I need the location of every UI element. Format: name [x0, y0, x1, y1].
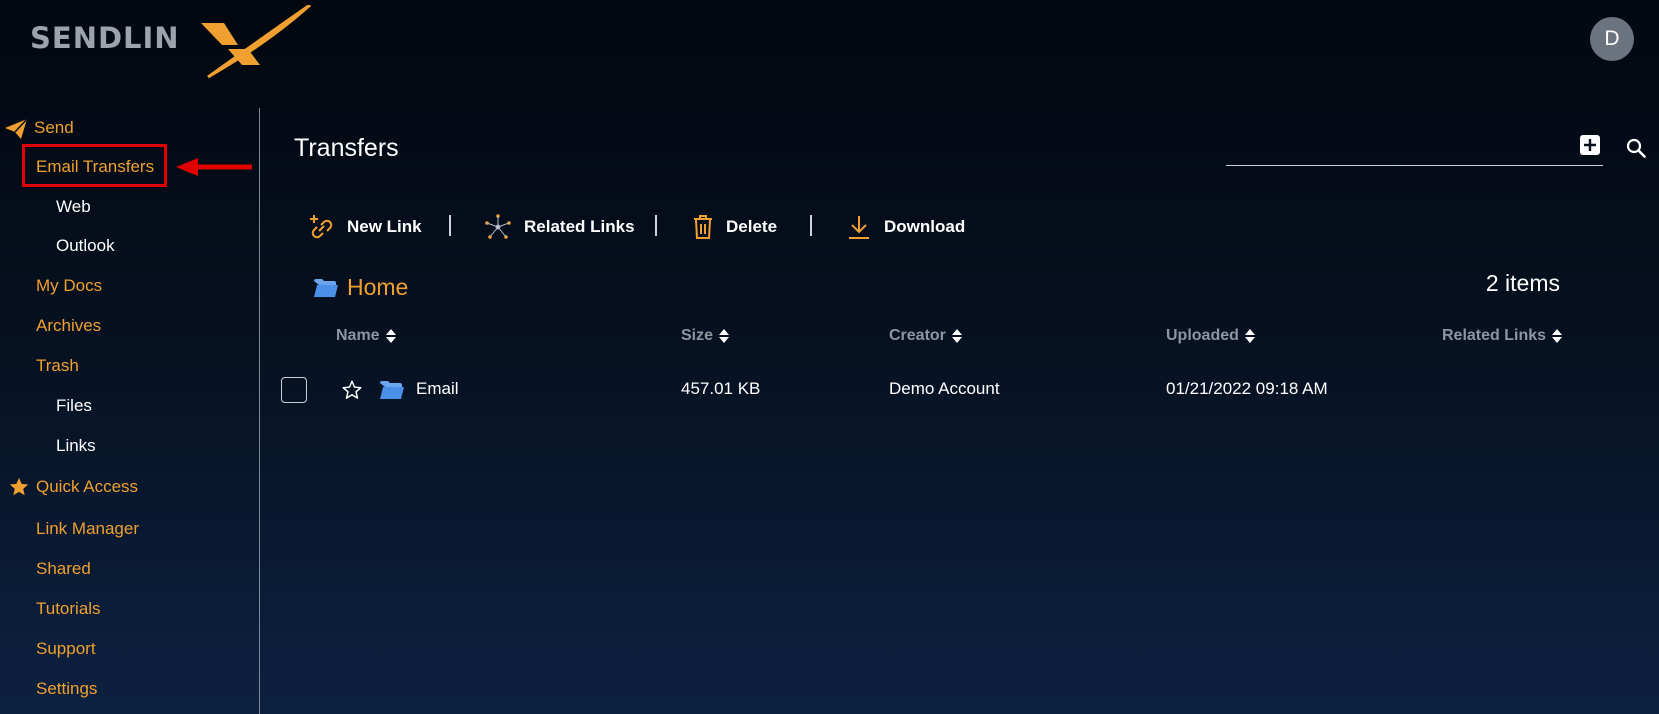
row-uploaded: 01/21/2022 09:18 AM — [1166, 379, 1328, 398]
annotation-arrow-icon — [176, 158, 252, 176]
sidebar-item-quick-access[interactable]: Quick Access — [36, 477, 138, 497]
column-header-related-links[interactable]: Related Links — [1442, 327, 1563, 345]
sort-icon — [1244, 329, 1255, 343]
sidebar-item-tutorials[interactable]: Tutorials — [36, 599, 101, 619]
row-name[interactable]: Email — [416, 379, 459, 399]
sidebar-item-outlook[interactable]: Outlook — [56, 236, 115, 256]
related-links-button[interactable]: Related Links — [484, 212, 635, 242]
user-avatar[interactable]: D — [1590, 17, 1634, 61]
sort-icon — [385, 329, 396, 343]
search-input[interactable] — [1226, 165, 1603, 166]
sidebar-item-support[interactable]: Support — [36, 639, 96, 659]
sidebar-item-archives[interactable]: Archives — [36, 316, 101, 336]
sidebar-item-web[interactable]: Web — [56, 197, 91, 217]
download-button[interactable]: Download — [846, 212, 965, 242]
sort-icon — [951, 329, 962, 343]
toolbar-divider — [655, 215, 657, 236]
column-header-size[interactable]: Size — [681, 327, 730, 345]
folder-icon — [379, 380, 405, 405]
sidebar-item-send[interactable]: Send — [34, 118, 74, 138]
link-add-icon — [307, 213, 335, 241]
new-link-label: New Link — [347, 217, 422, 236]
favorite-star-icon[interactable] — [341, 379, 363, 406]
download-label: Download — [884, 217, 966, 236]
sendlinx-logo[interactable]: SENDLIN — [30, 5, 311, 79]
sidebar-item-link-manager[interactable]: Link Manager — [36, 519, 139, 539]
column-header-uploaded[interactable]: Uploaded — [1166, 327, 1255, 345]
related-links-label: Related Links — [524, 217, 635, 236]
toolbar-divider — [810, 215, 812, 236]
column-header-creator[interactable]: Creator — [889, 327, 962, 345]
row-size: 457.01 KB — [681, 379, 761, 398]
row-creator: Demo Account — [889, 379, 1000, 398]
item-count: 2 items — [1485, 270, 1560, 296]
sidebar-item-links[interactable]: Links — [56, 436, 96, 456]
search-icon[interactable] — [1626, 138, 1646, 163]
breadcrumb[interactable]: Home — [313, 274, 408, 301]
sidebar-item-trash[interactable]: Trash — [36, 356, 79, 376]
breadcrumb-home[interactable]: Home — [347, 274, 408, 301]
logo-x-mark — [201, 5, 311, 79]
sort-icon — [1552, 329, 1563, 343]
delete-button[interactable]: Delete — [692, 212, 777, 242]
logo-text: SENDLIN — [30, 21, 180, 55]
sidebar-item-files[interactable]: Files — [56, 396, 92, 416]
trash-icon — [692, 214, 714, 240]
paper-plane-icon — [4, 118, 28, 145]
sidebar-item-settings[interactable]: Settings — [36, 679, 97, 699]
new-link-button[interactable]: New Link — [307, 212, 422, 242]
download-icon — [846, 214, 872, 240]
sidebar-item-shared[interactable]: Shared — [36, 559, 91, 579]
sidebar — [0, 108, 260, 714]
page-title: Transfers — [294, 134, 399, 162]
folder-open-icon — [313, 278, 339, 298]
column-header-name[interactable]: Name — [336, 327, 396, 345]
add-icon[interactable] — [1580, 135, 1600, 160]
network-icon — [484, 213, 512, 241]
sidebar-item-my-docs[interactable]: My Docs — [36, 276, 102, 296]
star-icon — [8, 476, 30, 503]
sort-icon — [719, 329, 730, 343]
toolbar-divider — [449, 215, 451, 236]
annotation-highlight-box — [22, 144, 167, 187]
delete-label: Delete — [726, 217, 778, 236]
row-checkbox[interactable] — [281, 377, 307, 403]
